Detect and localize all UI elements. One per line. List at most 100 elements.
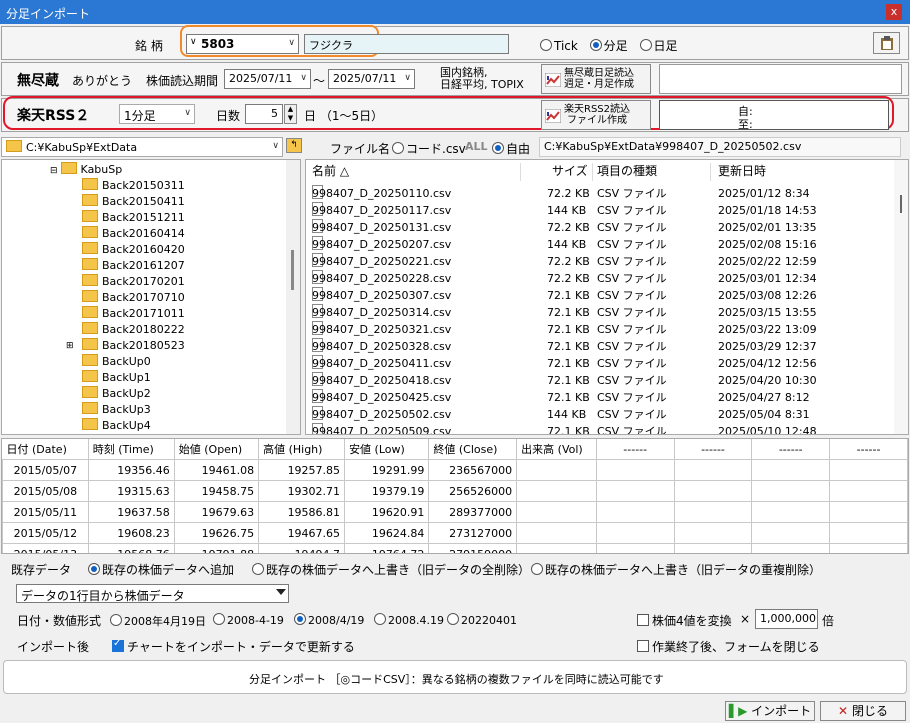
import-button[interactable]: ▌▶ インポート: [725, 701, 815, 721]
price-grid[interactable]: 日付 (Date) 時刻 (Time) 始値 (Open) 高値 (High) 安値 (…: [1, 438, 909, 554]
grid-cell[interactable]: 19315.63: [87, 480, 175, 502]
tree-item[interactable]: Back20150311: [82, 178, 185, 194]
radio-format-dash[interactable]: 2008-4-19: [213, 613, 284, 627]
grid-cell[interactable]: [595, 543, 675, 553]
grid-cell[interactable]: [829, 480, 908, 502]
grid-cell[interactable]: 19257.85: [258, 459, 346, 481]
grid-cell[interactable]: 2015/05/12: [2, 522, 89, 544]
grid-cell[interactable]: 19379.19: [344, 480, 430, 502]
radio-format-jp[interactable]: 2008年4月19日: [110, 613, 206, 629]
grid-cell[interactable]: 2015/05/08: [2, 480, 89, 502]
grid-cell[interactable]: 279159000: [428, 543, 518, 553]
stock-code-combo[interactable]: ∨ 5803 ∨: [186, 34, 299, 54]
grid-cell[interactable]: [595, 480, 675, 502]
stock-name-field[interactable]: フジクラ: [304, 34, 509, 54]
tree-item[interactable]: Back20160420: [82, 242, 185, 258]
tree-root-kabusp[interactable]: ⊟ KabuSp: [50, 162, 122, 178]
grid-cell[interactable]: [751, 459, 831, 481]
grid-cell[interactable]: [673, 459, 753, 481]
grid-cell[interactable]: 19356.46: [87, 459, 175, 481]
days-input[interactable]: 5: [245, 104, 283, 124]
grid-cell[interactable]: 19679.63: [173, 501, 260, 523]
radio-free[interactable]: 自由: [492, 140, 530, 157]
grid-cell[interactable]: 19494.7: [258, 543, 346, 553]
file-row[interactable]: 998407_D_20250307.csv 72.1 KB CSV ファイル 2025…: [306, 287, 896, 304]
grid-cell[interactable]: 19637.58: [87, 501, 175, 523]
grid-cell[interactable]: 19586.81: [258, 501, 346, 523]
grid-cell[interactable]: [751, 522, 831, 544]
tree-item[interactable]: BackUp2: [82, 386, 151, 402]
scroll-thumb[interactable]: [291, 250, 294, 290]
file-row[interactable]: 998407_D_20250502.csv 144 KB CSV ファイル 2025/…: [306, 406, 896, 423]
tree-item[interactable]: BackUp3: [82, 402, 151, 418]
grid-cell[interactable]: [751, 543, 831, 553]
grid-cell[interactable]: [595, 501, 675, 523]
file-row[interactable]: 998407_D_20250411.csv 72.1 KB CSV ファイル 2025…: [306, 355, 896, 372]
grid-cell[interactable]: [673, 480, 753, 502]
rss-interval-combo[interactable]: 1分足 ∨: [119, 104, 195, 124]
close-after-checkbox[interactable]: 作業終了後、フォームを閉じる: [637, 638, 820, 655]
file-row[interactable]: 998407_D_20250425.csv 72.1 KB CSV ファイル 2025…: [306, 389, 896, 406]
update-chart-checkbox[interactable]: チャートをインポート・データで更新する: [112, 638, 355, 655]
file-row[interactable]: 998407_D_20250228.csv 72.2 KB CSV ファイル 2025…: [306, 270, 896, 287]
file-list[interactable]: 名前 △ サイズ 項目の種類 更新日時 998407_D_20250110.cs…: [305, 159, 909, 435]
grid-cell[interactable]: 19461.08: [173, 459, 260, 481]
grid-cell[interactable]: 273127000: [428, 522, 518, 544]
grid-cell[interactable]: 236567000: [428, 459, 518, 481]
grid-cell[interactable]: [595, 459, 675, 481]
grid-cell[interactable]: [751, 501, 831, 523]
grid-row[interactable]: 2015/05/11 19637.58 19679.63 19586.81 19620.…: [2, 501, 908, 523]
tree-item[interactable]: Back20150411: [82, 194, 185, 210]
collapse-icon[interactable]: ⊟: [50, 166, 58, 176]
full-path-field[interactable]: C:¥KabuSp¥ExtData¥998407_D_20250502.csv: [539, 137, 901, 157]
grid-cell[interactable]: [516, 501, 597, 523]
file-row[interactable]: 998407_D_20250328.csv 72.1 KB CSV ファイル 2025…: [306, 338, 896, 355]
grid-cell[interactable]: 19626.75: [173, 522, 260, 544]
grid-cell[interactable]: [673, 543, 753, 553]
col-date[interactable]: 更新日時: [718, 163, 766, 180]
tree-item[interactable]: BackUp0: [82, 354, 151, 370]
folder-up-button[interactable]: ↰: [286, 138, 302, 153]
folder-combo[interactable]: C:¥KabuSp¥ExtData ∨: [1, 137, 283, 157]
tree-item[interactable]: Back20171011: [82, 306, 185, 322]
radio-daily[interactable]: 日足: [639, 39, 678, 53]
grid-cell[interactable]: [516, 480, 597, 502]
grid-row[interactable]: 2015/05/13 19568.76 19791.88 19494.7 19764.7…: [2, 543, 908, 553]
file-row[interactable]: 998407_D_20250418.csv 72.1 KB CSV ファイル 2025…: [306, 372, 896, 389]
grid-cell[interactable]: [829, 522, 908, 544]
grid-row[interactable]: 2015/05/12 19608.23 19626.75 19467.65 19624.…: [2, 522, 908, 544]
radio-format-slash[interactable]: 2008/4/19: [294, 613, 364, 627]
grid-cell[interactable]: [751, 480, 831, 502]
grid-cell[interactable]: 19291.99: [344, 459, 430, 481]
grid-row[interactable]: 2015/05/07 19356.46 19461.08 19257.85 19291.…: [2, 459, 908, 481]
close-button[interactable]: ✕ 閉じる: [820, 701, 906, 721]
col-name[interactable]: 名前 △: [312, 163, 349, 180]
expand-icon[interactable]: ⊞: [66, 338, 74, 354]
radio-existing-overwrite-all[interactable]: 既存の株価データへ上書き（旧データの全削除）: [252, 561, 530, 578]
grid-cell[interactable]: [829, 543, 908, 553]
tree-item[interactable]: Back20170710: [82, 290, 185, 306]
grid-cell[interactable]: 19620.91: [344, 501, 430, 523]
tree-item[interactable]: BackUp1: [82, 370, 151, 386]
clipboard-button[interactable]: [873, 32, 900, 54]
radio-existing-append[interactable]: 既存の株価データへ追加: [88, 561, 234, 578]
folder-tree[interactable]: ⊟ KabuSp Back20150311 Back20150411 Back20151…: [1, 159, 301, 435]
grid-row[interactable]: 2015/05/08 19315.63 19458.75 19302.71 19379.…: [2, 480, 908, 502]
grid-cell[interactable]: [516, 522, 597, 544]
convert-checkbox[interactable]: 株価4値を変換: [637, 612, 732, 629]
grid-cell[interactable]: 19764.72: [344, 543, 430, 553]
first-row-combo[interactable]: データの1行目から株価データ: [16, 584, 289, 603]
days-stepper[interactable]: ▲ ▼: [284, 104, 297, 124]
tree-item[interactable]: Back20170201: [82, 274, 185, 290]
grid-cell[interactable]: 2015/05/11: [2, 501, 89, 523]
rss-load-button[interactable]: 楽天RSS2読込 ファイル作成: [541, 100, 651, 130]
file-scrollbar[interactable]: [894, 160, 908, 434]
file-row[interactable]: 998407_D_20250207.csv 144 KB CSV ファイル 2025/…: [306, 236, 896, 253]
col-type[interactable]: 項目の種類: [597, 163, 657, 180]
grid-cell[interactable]: 19624.84: [344, 522, 430, 544]
radio-tick[interactable]: Tick: [540, 39, 578, 53]
grid-cell[interactable]: [516, 459, 597, 481]
file-row[interactable]: 998407_D_20250117.csv 144 KB CSV ファイル 2025/…: [306, 202, 896, 219]
tree-item[interactable]: Back20151211: [82, 210, 185, 226]
tree-scrollbar[interactable]: [286, 160, 300, 434]
